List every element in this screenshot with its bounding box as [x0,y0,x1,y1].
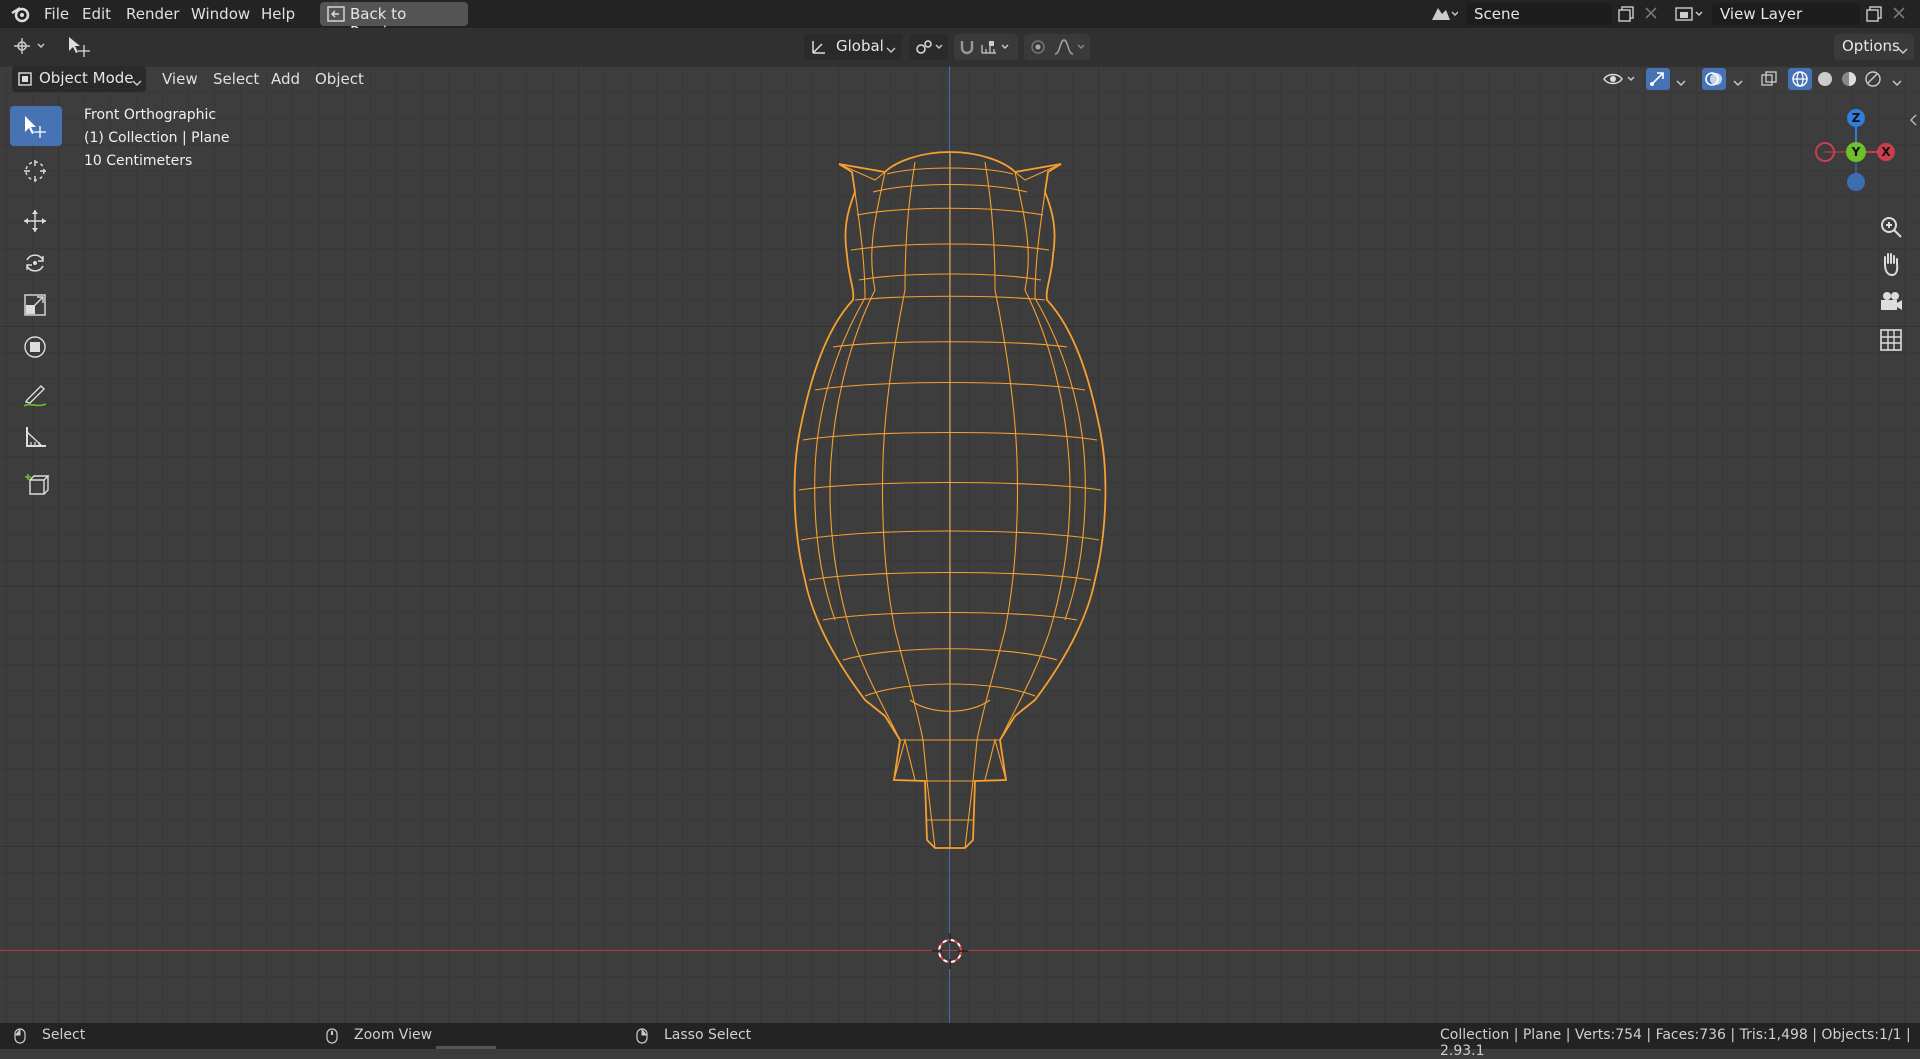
measure-tool[interactable] [10,416,62,456]
transform-orientation-dropdown[interactable]: Global [804,34,902,60]
3d-cursor-tool-icon [24,160,46,182]
grid-view-icon[interactable] [1876,325,1906,355]
menu-window[interactable]: Window [191,4,250,24]
menu-file[interactable]: File [44,4,69,24]
collection-object-text: (1) Collection | Plane [84,130,230,146]
object-mode-icon [17,71,33,91]
chevron-down-icon[interactable] [1733,76,1743,92]
scale-icon [24,294,46,316]
mouse-right-icon [636,1028,648,1048]
move-icon [24,210,46,232]
sidebar-toggle-icon[interactable] [1908,114,1918,130]
options-label: Options [1842,37,1900,55]
mouse-left-icon [14,1028,26,1048]
select-cursor-icon [25,116,46,138]
back-icon [327,6,345,26]
gizmo-y-axis[interactable]: Y [1846,142,1866,162]
rendered-shading-icon[interactable] [1864,70,1882,92]
pivot-point-dropdown[interactable] [910,34,948,60]
status-lasso-select-hint: Lasso Select [664,1027,752,1043]
selected-mesh-wireframe[interactable] [755,140,1145,970]
annotate-pencil-icon [23,385,47,407]
gizmo-toggle-icon[interactable] [1646,68,1670,90]
chevron-down-icon[interactable] [1892,76,1902,92]
view-header: Object Mode View Select Add Object [0,66,1920,92]
select-menu[interactable]: Select [213,67,259,91]
grid-scale-text: 10 Centimeters [84,153,193,169]
status-bar: Select Zoom View Lasso Select Collection… [0,1023,1920,1059]
zoom-icon[interactable] [1876,212,1906,242]
xray-toggle-icon[interactable] [1760,70,1778,92]
transform-tool[interactable] [10,326,62,366]
snap-group [954,34,1018,60]
menu-edit[interactable]: Edit [82,4,111,24]
falloff-curve-icon[interactable] [1054,39,1088,59]
rotate-tool[interactable] [10,242,62,282]
select-box-tool[interactable] [10,106,62,146]
editor-type-icon[interactable] [12,36,48,60]
transform-orientation-label: Global [836,37,884,55]
tweak-tool-icon[interactable] [66,35,92,63]
chevron-down-icon [132,76,142,92]
move-tool[interactable] [10,200,62,240]
top-menu-bar: File Edit Render Window Help Back to Pre… [0,0,1920,41]
pivot-icon [914,38,944,60]
view-layer-name: View Layer [1720,5,1803,23]
snap-magnet-icon[interactable] [958,38,976,60]
camera-view-icon[interactable] [1876,287,1906,317]
menu-help[interactable]: Help [261,4,295,24]
gizmo-x-axis[interactable]: X [1877,143,1895,161]
scene-icon[interactable] [1428,4,1459,28]
proportional-edit-icon[interactable] [1030,39,1046,59]
blender-logo-icon[interactable] [10,4,32,24]
view-layer-duplicate-icon[interactable] [1866,6,1882,26]
snap-increment-icon[interactable] [980,39,1014,59]
overlays-toggle-icon[interactable] [1702,68,1726,90]
measure-ruler-icon [26,427,46,447]
proportional-edit-group [1024,34,1090,60]
scene-statistics: Collection | Plane | Verts:754 | Faces:7… [1440,1027,1911,1059]
3d-viewport[interactable]: Front Orthographic (1) Collection | Plan… [0,66,1920,1023]
add-cube-icon [25,474,50,495]
scale-tool[interactable] [10,284,62,324]
annotate-tool[interactable] [10,374,62,414]
tool-header: Global Options [0,28,1920,66]
wireframe-shading-icon[interactable] [1788,68,1812,90]
view-layer-close-icon[interactable] [1892,6,1906,24]
material-shading-icon[interactable] [1840,70,1858,92]
mouse-middle-icon [326,1028,338,1048]
chevron-down-icon[interactable] [1676,76,1686,92]
scene-close-icon[interactable] [1644,6,1658,24]
menu-render[interactable]: Render [126,4,179,24]
object-mode-label: Object Mode [39,69,134,87]
navigation-gizmo[interactable]: Z Y X [1804,102,1904,192]
status-select-hint: Select [42,1027,86,1043]
solid-shading-icon[interactable] [1816,70,1834,92]
scene-name: Scene [1474,5,1520,23]
options-dropdown[interactable]: Options [1834,34,1914,60]
add-cube-tool[interactable] [10,464,62,504]
scene-name-field[interactable]: Scene [1466,3,1612,25]
status-zoom-view-hint: Zoom View [354,1027,433,1043]
chevron-down-icon [886,43,896,59]
back-to-previous-button[interactable]: Back to Previous [320,2,468,41]
visibility-eye-icon[interactable] [1602,70,1638,92]
scene-duplicate-icon[interactable] [1618,6,1634,26]
orientation-icon [810,38,828,60]
view-menu[interactable]: View [162,67,198,91]
gizmo-z-axis[interactable]: Z [1847,109,1865,127]
3d-cursor-icon[interactable] [930,931,970,971]
add-menu[interactable]: Add [271,67,300,91]
transform-icon [24,336,46,358]
pan-hand-icon[interactable] [1876,249,1906,279]
view-name-text: Front Orthographic [84,107,217,123]
view-layer-name-field[interactable]: View Layer [1712,3,1860,25]
object-menu[interactable]: Object [315,67,364,91]
cursor-tool[interactable] [10,150,62,190]
chevron-down-icon [1898,44,1908,60]
object-mode-dropdown[interactable]: Object Mode [12,66,146,92]
view-layer-icon[interactable] [1674,4,1704,28]
rotate-icon [26,254,44,272]
